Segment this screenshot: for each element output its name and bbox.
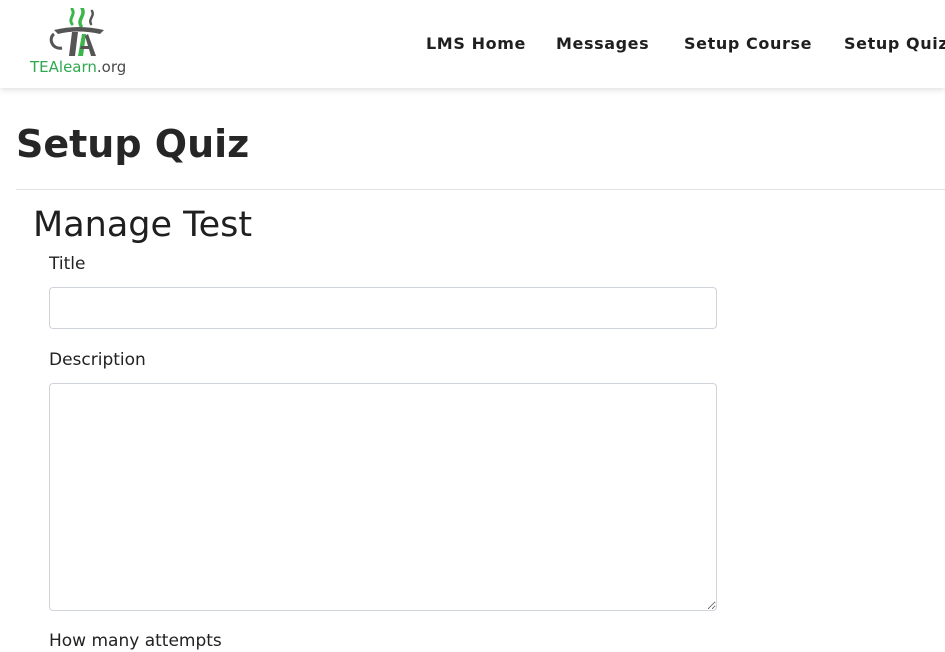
title-divider (16, 189, 945, 190)
description-label: Description (49, 350, 146, 370)
nav-messages[interactable]: Messages (556, 34, 649, 53)
site-logo[interactable]: TEAlearn.org (28, 8, 138, 80)
nav-lms-home[interactable]: LMS Home (426, 34, 526, 53)
logo-brand-text: TEAlearn (30, 58, 97, 76)
page-title: Setup Quiz (16, 122, 250, 166)
logo-suffix-text: .org (96, 58, 127, 76)
section-title: Manage Test (33, 205, 253, 245)
nav-setup-quiz[interactable]: Setup Quiz (844, 34, 945, 53)
title-label: Title (49, 254, 86, 274)
teacup-logo-icon (49, 8, 104, 56)
logo-wordmark: TEAlearn.org (30, 58, 126, 76)
description-textarea[interactable] (49, 383, 717, 611)
nav-setup-course[interactable]: Setup Course (684, 34, 812, 53)
title-input[interactable] (49, 287, 717, 329)
attempts-label: How many attempts (49, 631, 222, 651)
site-header: TEAlearn.org LMS Home Messages Setup Cou… (0, 0, 945, 88)
